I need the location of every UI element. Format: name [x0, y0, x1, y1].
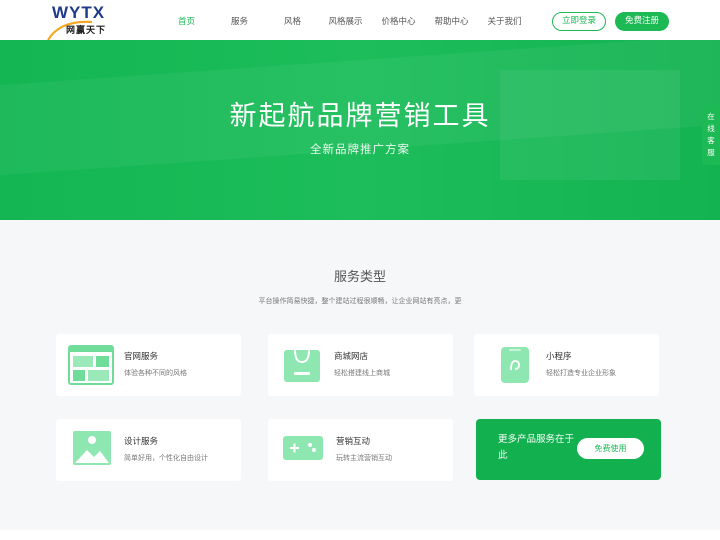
- site-header: WYTX 网赢天下 首页 服务 风格 风格展示 价格中心 帮助中心 关于我们 立…: [0, 0, 720, 41]
- nav-item-pricing[interactable]: 价格中心: [372, 0, 425, 40]
- website-layout-icon: [68, 345, 114, 385]
- service-card-design[interactable]: 设计服务 简单好用，个性化自由设计: [56, 419, 241, 481]
- footer-band: [0, 530, 720, 540]
- hero-subtitle: 全新品牌推广方案: [310, 142, 410, 156]
- service-card-marketing[interactable]: 营销互动 玩转主流营销互动: [268, 419, 453, 481]
- service-desc: 轻松搭建线上商城: [334, 369, 390, 377]
- nav-item-help[interactable]: 帮助中心: [425, 0, 478, 40]
- service-card-shop[interactable]: 商城网店 轻松搭建线上商城: [268, 334, 453, 396]
- mini-program-icon: [501, 347, 529, 383]
- login-button[interactable]: 立即登录: [552, 12, 606, 31]
- online-service-label: 在线客服: [707, 112, 715, 157]
- online-service-tab[interactable]: 在线客服: [702, 105, 720, 165]
- logo[interactable]: WYTX 网赢天下: [46, 2, 116, 41]
- image-design-icon: [73, 431, 111, 465]
- service-card-website[interactable]: 官网服务 体验各种不同的风格: [56, 334, 241, 396]
- main-nav: 首页 服务 风格 风格展示 价格中心 帮助中心 关于我们: [160, 0, 531, 40]
- service-desc: 轻松打造专业企业形象: [546, 369, 616, 377]
- nav-item-home[interactable]: 首页: [160, 0, 213, 40]
- logo-text: WYTX: [52, 3, 106, 22]
- logo-subtext: 网赢天下: [66, 26, 107, 36]
- hero-banner: 新起航品牌营销工具 全新品牌推广方案: [0, 40, 720, 220]
- nav-item-showcase[interactable]: 风格展示: [319, 0, 372, 40]
- service-name: 营销互动: [336, 437, 371, 447]
- free-use-button[interactable]: 免费使用: [577, 438, 644, 459]
- section-title: 服务类型: [333, 270, 386, 285]
- nav-item-styles[interactable]: 风格: [266, 0, 319, 40]
- promo-text: 更多产品服务在于此: [498, 434, 575, 461]
- section-description: 平台操作简易快捷，整个建站过程很顺畅，让企业网站有亮点，更: [258, 297, 462, 305]
- hero-title: 新起航品牌营销工具: [229, 101, 491, 132]
- register-button[interactable]: 免费注册: [615, 12, 669, 31]
- service-name: 设计服务: [124, 437, 159, 447]
- nav-item-services[interactable]: 服务: [213, 0, 266, 40]
- service-name: 商城网店: [334, 352, 369, 362]
- gamepad-icon: [283, 436, 323, 460]
- shopping-bag-icon: [284, 349, 320, 382]
- nav-item-about[interactable]: 关于我们: [478, 0, 531, 40]
- service-name: 官网服务: [124, 352, 159, 362]
- service-card-miniprogram[interactable]: 小程序 轻松打造专业企业形象: [474, 334, 659, 396]
- service-desc: 玩转主流营销互动: [336, 454, 392, 462]
- service-desc: 简单好用，个性化自由设计: [124, 454, 208, 462]
- service-desc: 体验各种不同的风格: [124, 369, 187, 377]
- service-name: 小程序: [546, 352, 572, 362]
